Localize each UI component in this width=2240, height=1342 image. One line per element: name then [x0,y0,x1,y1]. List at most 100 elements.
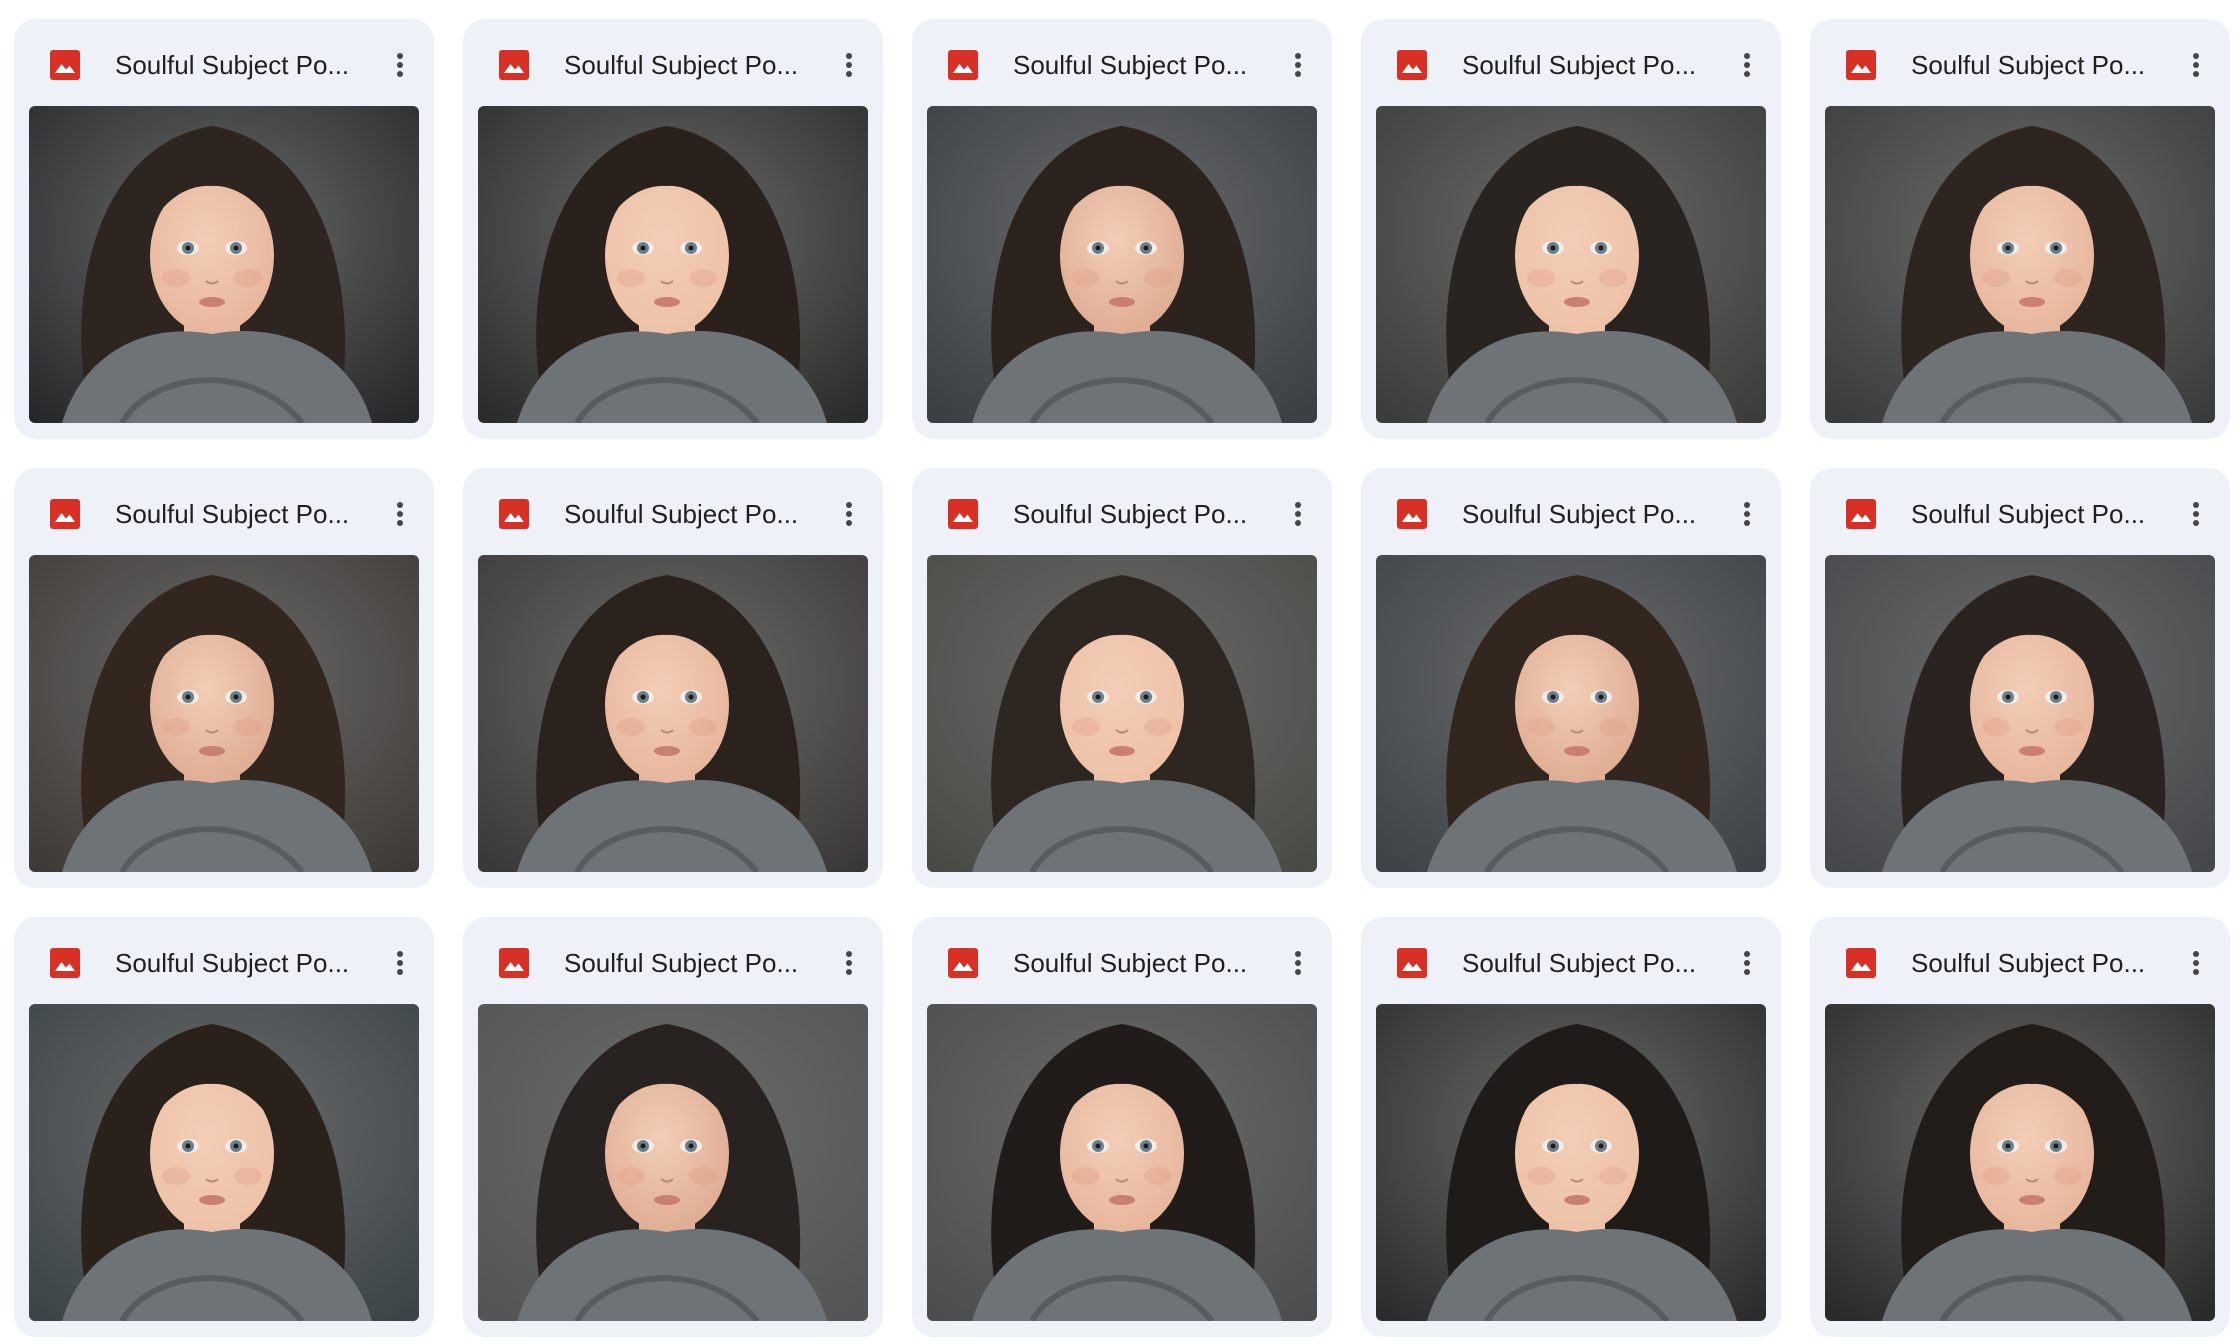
file-card[interactable]: Soulful Subject Po... [14,917,434,1337]
file-name: Soulful Subject Po... [115,50,350,80]
more-vert-icon [846,502,852,526]
image-file-icon [50,499,80,529]
file-name: Soulful Subject Po... [564,499,799,529]
image-file-icon [948,50,978,80]
file-thumbnail[interactable] [29,1004,419,1321]
file-name: Soulful Subject Po... [1013,948,1248,978]
image-file-icon [1397,948,1427,978]
more-vert-icon [1744,951,1750,975]
more-actions-button[interactable] [2176,494,2216,534]
file-name: Soulful Subject Po... [115,948,350,978]
more-vert-icon [1295,951,1301,975]
file-thumbnail[interactable] [1376,106,1766,423]
more-actions-button[interactable] [380,943,420,983]
more-actions-button[interactable] [1727,943,1767,983]
file-name: Soulful Subject Po... [1462,50,1697,80]
more-actions-button[interactable] [829,943,869,983]
image-file-icon [1846,948,1876,978]
file-card-header: Soulful Subject Po... [463,19,883,107]
file-thumbnail[interactable] [927,106,1317,423]
file-name: Soulful Subject Po... [564,50,799,80]
more-vert-icon [2193,53,2199,77]
file-name: Soulful Subject Po... [564,948,799,978]
file-thumbnail[interactable] [29,106,419,423]
more-actions-button[interactable] [829,45,869,85]
more-vert-icon [397,502,403,526]
more-actions-button[interactable] [1278,494,1318,534]
file-name: Soulful Subject Po... [1911,499,2146,529]
more-actions-button[interactable] [829,494,869,534]
image-file-icon [50,948,80,978]
more-vert-icon [2193,951,2199,975]
file-card[interactable]: Soulful Subject Po... [1361,917,1781,1337]
file-card[interactable]: Soulful Subject Po... [463,468,883,888]
more-actions-button[interactable] [1727,45,1767,85]
file-name: Soulful Subject Po... [1462,948,1697,978]
file-card[interactable]: Soulful Subject Po... [1361,19,1781,439]
more-vert-icon [1744,53,1750,77]
file-thumbnail[interactable] [927,1004,1317,1321]
file-thumbnail[interactable] [478,555,868,872]
file-thumbnail[interactable] [927,555,1317,872]
file-thumbnail[interactable] [1825,106,2215,423]
file-card-header: Soulful Subject Po... [1361,19,1781,107]
more-actions-button[interactable] [1278,943,1318,983]
more-vert-icon [2193,502,2199,526]
file-thumbnail[interactable] [1825,1004,2215,1321]
file-card-header: Soulful Subject Po... [912,917,1332,1005]
more-vert-icon [1744,502,1750,526]
image-file-icon [499,499,529,529]
file-card[interactable]: Soulful Subject Po... [463,19,883,439]
more-actions-button[interactable] [2176,943,2216,983]
file-card-header: Soulful Subject Po... [1810,19,2230,107]
file-card[interactable]: Soulful Subject Po... [912,917,1332,1337]
file-card[interactable]: Soulful Subject Po... [1810,19,2230,439]
file-card[interactable]: Soulful Subject Po... [14,19,434,439]
file-card-header: Soulful Subject Po... [1810,468,2230,556]
file-thumbnail[interactable] [478,106,868,423]
file-card[interactable]: Soulful Subject Po... [14,468,434,888]
image-file-icon [1397,499,1427,529]
file-thumbnail[interactable] [1376,555,1766,872]
file-thumbnail[interactable] [29,555,419,872]
file-card-header: Soulful Subject Po... [1810,917,2230,1005]
more-actions-button[interactable] [2176,45,2216,85]
more-actions-button[interactable] [1727,494,1767,534]
image-file-icon [948,948,978,978]
more-actions-button[interactable] [380,494,420,534]
file-card-header: Soulful Subject Po... [14,19,434,107]
more-actions-button[interactable] [1278,45,1318,85]
file-card-header: Soulful Subject Po... [14,468,434,556]
image-file-icon [499,50,529,80]
file-thumbnail[interactable] [1376,1004,1766,1321]
more-vert-icon [846,53,852,77]
file-card-header: Soulful Subject Po... [1361,917,1781,1005]
file-card[interactable]: Soulful Subject Po... [912,19,1332,439]
more-actions-button[interactable] [380,45,420,85]
image-file-icon [1397,50,1427,80]
file-card-header: Soulful Subject Po... [14,917,434,1005]
file-thumbnail[interactable] [1825,555,2215,872]
file-name: Soulful Subject Po... [1013,499,1248,529]
file-name: Soulful Subject Po... [1911,50,2146,80]
more-vert-icon [397,53,403,77]
more-vert-icon [397,951,403,975]
more-vert-icon [846,951,852,975]
file-name: Soulful Subject Po... [1911,948,2146,978]
file-name: Soulful Subject Po... [1013,50,1248,80]
file-thumbnail[interactable] [478,1004,868,1321]
image-file-icon [50,50,80,80]
file-card-header: Soulful Subject Po... [1361,468,1781,556]
file-name: Soulful Subject Po... [1462,499,1697,529]
file-card[interactable]: Soulful Subject Po... [463,917,883,1337]
file-card-header: Soulful Subject Po... [912,468,1332,556]
file-card[interactable]: Soulful Subject Po... [1361,468,1781,888]
file-card-header: Soulful Subject Po... [463,917,883,1005]
image-file-icon [1846,50,1876,80]
more-vert-icon [1295,502,1301,526]
file-card[interactable]: Soulful Subject Po... [1810,917,2230,1337]
file-card[interactable]: Soulful Subject Po... [912,468,1332,888]
image-file-icon [1846,499,1876,529]
more-vert-icon [1295,53,1301,77]
file-card[interactable]: Soulful Subject Po... [1810,468,2230,888]
